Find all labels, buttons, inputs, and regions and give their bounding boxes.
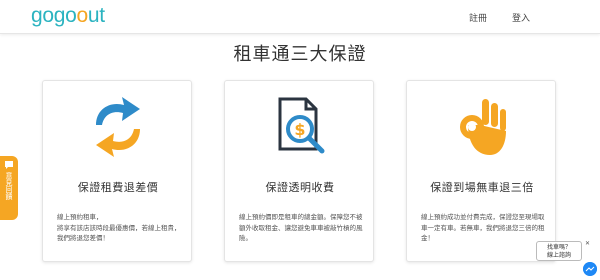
card-description: 線上預約價即是租車的總金額。保障您不被額外收取租金、讓您避免車車被敲竹槓的風險。 — [239, 213, 363, 242]
feedback-tab-label: 意見回饋 — [5, 172, 13, 200]
card-description: 線上預約租車， 將享有該店該時段最優惠價，若線上租貴，我們將退您差價！ — [57, 213, 181, 242]
gogoout-logo[interactable]: gogoout — [31, 4, 105, 28]
refresh-arrows-icon — [96, 97, 140, 157]
logo-pin: o — [76, 4, 89, 27]
guarantee-card-transparent-fee: $ 保證透明收費 線上預約價即是租車的總金額。保障您不被額外收取租金、讓您避免車… — [224, 80, 374, 262]
messenger-icon[interactable] — [583, 262, 597, 276]
feedback-side-tab[interactable]: 意見回饋 — [0, 156, 18, 220]
top-header: gogoout 註冊 登入 — [0, 0, 600, 34]
chat-prompt-line2: 線上諮詢 — [546, 252, 571, 259]
logo-text-prefix: gogo — [31, 4, 77, 27]
page-title: 租車通三大保證 — [233, 44, 367, 65]
login-link[interactable]: 登入 — [512, 11, 530, 24]
card-title: 保證透明收費 — [265, 181, 335, 194]
logo-text-suffix: ut — [87, 4, 105, 27]
register-link[interactable]: 註冊 — [469, 11, 487, 24]
guarantee-card-triple-refund: 保證到場無車退三倍 線上預約成功並付費完成，保證您至現場取車一定有車。若無車，我… — [406, 80, 556, 262]
guarantee-card-price-refund: 保證租費退差價 線上預約租車， 將享有該店該時段最優惠價，若線上租貴，我們將退您… — [42, 80, 192, 262]
chat-bubble-icon — [5, 161, 13, 169]
chat-prompt-line1: 找車嗎？ — [546, 244, 571, 251]
chat-prompt-bubble[interactable]: 找車嗎？ 線上諮詢 — [536, 241, 582, 261]
card-title: 保證到場無車退三倍 — [430, 181, 534, 194]
document-dollar-magnifier-icon: $ — [278, 97, 325, 154]
ok-hand-icon — [460, 99, 506, 155]
svg-text:$: $ — [294, 120, 305, 139]
card-title: 保證租費退差價 — [77, 181, 159, 194]
card-description: 線上預約成功並付費完成，保證您至現場取車一定有車。若無車，我們將退您三倍的租金！ — [421, 213, 545, 242]
chat-close-icon[interactable]: ✕ — [585, 240, 590, 247]
